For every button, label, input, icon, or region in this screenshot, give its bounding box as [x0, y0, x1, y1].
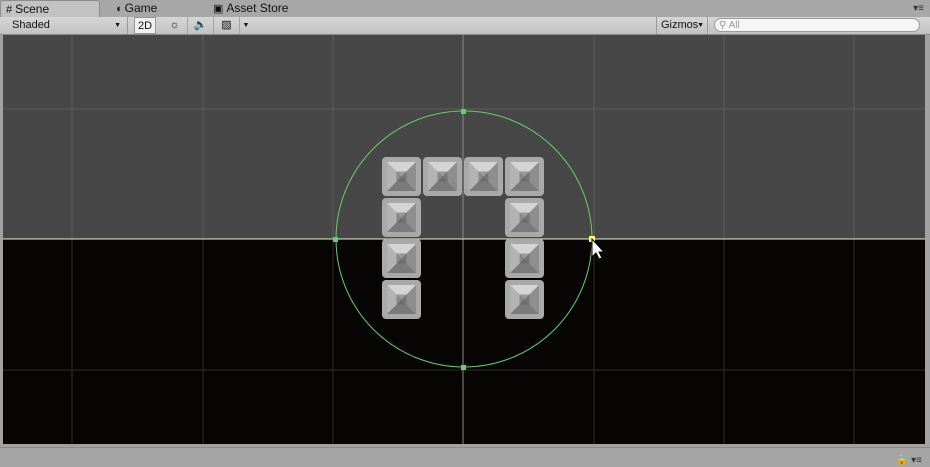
tile-block: [464, 157, 503, 196]
ground-area: [3, 239, 925, 444]
sun-icon: ☼: [169, 19, 180, 31]
status-bar: 🔒 ▾≡: [0, 447, 930, 467]
effects-dropdown-chevron-icon[interactable]: ▼: [240, 17, 252, 34]
shading-mode-dropdown[interactable]: Shaded ▼: [0, 17, 128, 34]
tile-block: [505, 198, 544, 237]
tab-game[interactable]: ◖ Game: [110, 0, 157, 17]
tile-block: [382, 239, 421, 278]
scene-toolbar: Shaded ▼ 2D ☼ 🔈 ▨ ▼ Gizmos ▼ ⚲ All: [0, 17, 930, 35]
tile-block: [382, 198, 421, 237]
tile-block: [382, 280, 421, 319]
collider-handle-bottom[interactable]: [461, 365, 466, 370]
pacman-icon: ◖: [115, 3, 122, 15]
shading-mode-label: Shaded: [12, 19, 50, 31]
collider-handle-top[interactable]: [461, 109, 466, 114]
store-icon: ▣: [213, 3, 224, 15]
tab-game-label: Game: [124, 1, 158, 15]
collider-handle-left[interactable]: [333, 237, 338, 242]
tab-bar: # Scene ◖ Game ▣ Asset Store ▾≡: [0, 0, 930, 18]
audio-toggle-button[interactable]: 🔈: [188, 17, 214, 34]
tile-block: [382, 157, 421, 196]
search-placeholder: All: [728, 20, 740, 31]
2d-toggle-button[interactable]: 2D: [134, 17, 156, 34]
tile-block: [505, 157, 544, 196]
speaker-icon: 🔈: [193, 19, 208, 31]
scene-canvas: [3, 35, 925, 444]
tab-asset-store-label: Asset Store: [226, 1, 289, 15]
tab-asset-store[interactable]: ▣ Asset Store: [208, 0, 288, 17]
chevron-down-icon: ▼: [114, 22, 121, 29]
gizmos-dropdown[interactable]: Gizmos ▼: [656, 17, 708, 34]
image-icon: ▨: [221, 19, 232, 31]
sky-area: [3, 35, 925, 239]
tab-scene[interactable]: # Scene: [0, 0, 100, 17]
effects-toggle-button[interactable]: ▨: [214, 17, 240, 34]
gizmos-label: Gizmos: [661, 19, 699, 31]
lock-icon[interactable]: 🔒 ▾≡: [896, 455, 922, 466]
tile-block: [505, 239, 544, 278]
search-icon: ⚲: [719, 20, 727, 31]
window-menu-icon[interactable]: ▾≡: [913, 3, 924, 14]
search-input[interactable]: ⚲ All: [714, 18, 920, 32]
lighting-toggle-button[interactable]: ☼: [162, 17, 188, 34]
tile-block: [505, 280, 544, 319]
tab-scene-label: Scene: [15, 2, 50, 16]
tile-block: [423, 157, 462, 196]
scene-viewport[interactable]: [3, 35, 925, 444]
chevron-down-icon: ▼: [697, 22, 704, 29]
